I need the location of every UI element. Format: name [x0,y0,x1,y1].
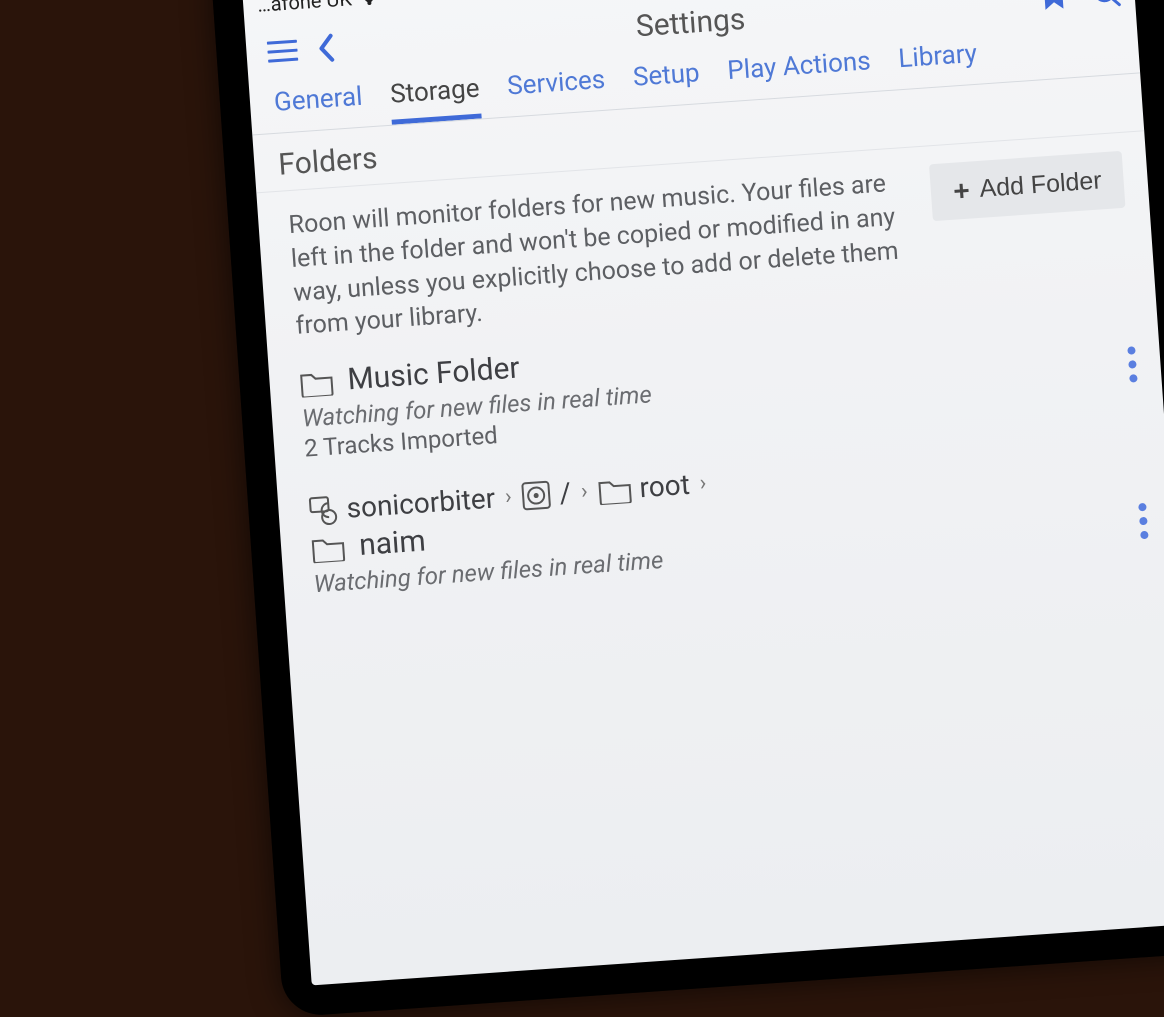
plus-icon: + [952,176,970,205]
folder-more-icon[interactable] [1127,346,1137,382]
bookmark-icon[interactable] [1042,0,1066,12]
folder-icon [299,367,335,397]
tab-storage[interactable]: Storage [389,74,481,125]
add-folder-label: Add Folder [979,166,1103,203]
search-icon[interactable] [1092,0,1122,8]
network-share-icon [308,494,340,526]
screen: …afone UK 22:11 26% [242,0,1164,985]
chevron-right-icon: › [504,484,512,509]
folder-icon [597,474,633,504]
tab-setup[interactable]: Setup [632,58,702,108]
back-button[interactable] [303,25,350,72]
folder-more-icon[interactable] [1138,502,1148,538]
disc-icon [521,479,553,511]
path-seg-label: / [558,476,572,510]
chevron-right-icon: › [580,479,588,504]
path-seg-label: root [638,468,690,504]
add-folder-button[interactable]: + Add Folder [929,151,1125,221]
folder-name: naim [358,523,427,563]
carrier-label: …afone UK [256,0,352,17]
tab-services[interactable]: Services [506,65,607,117]
tab-library[interactable]: Library [897,39,979,89]
phone-frame: …afone UK 22:11 26% [210,0,1164,1017]
chevron-right-icon: › [699,471,707,496]
folder-icon [310,533,346,563]
tab-general[interactable]: General [273,82,364,133]
wifi-icon [357,0,380,6]
menu-button[interactable] [259,28,306,75]
